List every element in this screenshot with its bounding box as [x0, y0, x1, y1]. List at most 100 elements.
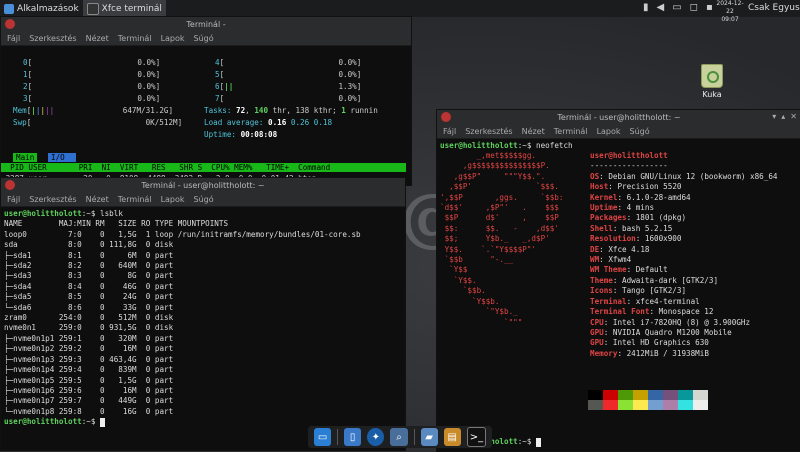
info-row: WM Theme: Default: [590, 265, 668, 275]
menu-view[interactable]: Nézet: [86, 195, 109, 204]
info-row: GPU: NVIDIA Quadro M1200 Mobile: [590, 327, 732, 337]
menu-edit[interactable]: Szerkesztés: [29, 195, 76, 204]
menu-file[interactable]: Fájl: [7, 195, 20, 204]
maximize-icon[interactable]: ▴: [781, 112, 785, 121]
info-row: WM: Xfwm4: [590, 255, 632, 265]
info-value: Precision 5520: [617, 182, 682, 192]
process-table-header[interactable]: PID USER PRI NI VIRT RES SHR S CPU% MEM%…: [1, 163, 406, 172]
menu-terminal[interactable]: Terminál: [554, 127, 588, 136]
menu-help[interactable]: Súgó: [630, 127, 650, 136]
menu-tabs[interactable]: Lapok: [597, 127, 621, 136]
menu-help[interactable]: Súgó: [194, 34, 214, 43]
memory-meter: Mem[||||| 647M/31.2G]: [13, 106, 174, 115]
info-key: OS: [590, 171, 600, 181]
terminal-window-icon: [5, 19, 15, 29]
network-icon[interactable]: ▮: [643, 2, 649, 13]
info-rows: OS: Debian GNU/Linux 12 (bookworm) x86_6…: [590, 172, 777, 359]
taskbar-terminal-label: Xfce terminál: [101, 3, 162, 14]
info-row: Memory: 2412MiB / 31938MiB: [590, 348, 709, 358]
window-buttons: ▾ ▴ ✕: [772, 112, 797, 121]
info-row: OS: Debian GNU/Linux 12 (bookworm) x86_6…: [590, 171, 778, 181]
taskbar-terminal-button[interactable]: Xfce terminál: [82, 0, 166, 17]
info-key: CPU: [590, 317, 604, 327]
logo-line: `Y$$b.: [440, 296, 500, 306]
lsblk-output[interactable]: user@holittholott:~$ lsblk NAME MAJ:MIN …: [1, 207, 405, 430]
lsblk-row: ├─nvme0n1p5 259:5 0 1,5G 0 part: [4, 375, 174, 385]
lsblk-row: ├─sda3 8:3 0 8G 0 part: [4, 271, 174, 281]
lsblk-row: ├─sda2 8:2 0 640M 0 part: [4, 261, 174, 271]
show-desktop-icon[interactable]: ▭: [314, 428, 332, 446]
menu-tabs[interactable]: Lapok: [161, 195, 185, 204]
menu-edit[interactable]: Szerkesztés: [29, 34, 76, 43]
web-browser-icon[interactable]: ✦: [367, 428, 385, 446]
tasks-summary: Tasks: 72, 140 thr, 138 kthr; 1 runnin: [204, 106, 378, 115]
logo-line: `"Y$b._: [440, 307, 518, 317]
info-key: Host: [590, 182, 609, 192]
cpu-meter: 6[|| 1.3%]: [215, 82, 362, 91]
app-finder-icon[interactable]: ⌕: [390, 428, 408, 446]
logo-line: `d$$' ,$P"' . $$$: [440, 203, 559, 213]
lsblk-titlebar[interactable]: Terminál - user@holittholott: ~: [1, 178, 405, 192]
menu-file[interactable]: Fájl: [443, 127, 456, 136]
archive-icon[interactable]: ▤: [443, 428, 461, 446]
volume-icon[interactable]: ◀: [657, 2, 665, 13]
user-menu-button[interactable]: Csak Egyuser: [748, 3, 800, 13]
close-icon[interactable]: ✕: [790, 112, 797, 121]
swap-meter: Swp[ 0K/512M]: [13, 118, 183, 127]
htop-content[interactable]: 0[ 0.0%] 1[ 0.0%] 2[ 0.0%] 3[ 0.0%] 4[ 0…: [1, 46, 411, 185]
info-key: Shell: [590, 223, 613, 233]
folder-icon[interactable]: ▰: [420, 428, 438, 446]
command-text: lsblk: [100, 209, 123, 218]
menu-view[interactable]: Nézet: [522, 127, 545, 136]
palette-swatch: [678, 400, 693, 410]
logo-line: $$; Y$b._ _,d$P': [440, 234, 550, 244]
menu-tabs[interactable]: Lapok: [161, 34, 185, 43]
lsblk-header: NAME MAJ:MIN RM SIZE RO TYPE MOUNTPOINTS: [4, 219, 229, 229]
lsblk-row: ├─sda1 8:1 0 6M 0 part: [4, 250, 174, 260]
info-value: 2412MiB / 31938MiB: [626, 348, 709, 358]
info-value: 6.1.0-28-amd64: [626, 192, 691, 202]
terminal-launcher-icon[interactable]: >_: [466, 427, 486, 447]
lsblk-terminal-window[interactable]: Terminál - user@holittholott: ~ Fájl Sze…: [0, 177, 406, 451]
info-row: Host: Precision 5520: [590, 182, 682, 192]
cpu-meter: 5[ 0.0%]: [215, 70, 362, 79]
cpu-meter: 7[ 0.0%]: [215, 94, 362, 103]
info-key: DE: [590, 244, 600, 254]
htop-tab-main[interactable]: Main: [13, 153, 38, 162]
lsblk-row: ├─nvme0n1p6 259:6 0 16M 0 part: [4, 385, 174, 395]
lsblk-row: ├─nvme0n1p4 259:4 0 839M 0 part: [4, 365, 174, 375]
palette-swatch: [663, 400, 678, 410]
trash-label: Kuka: [702, 90, 722, 99]
logo-line: Y$$. `.`"Y$$$$P"': [440, 244, 537, 254]
lsblk-row: ├─nvme0n1p2 259:2 0 16M 0 part: [4, 344, 174, 354]
htop-terminal-window[interactable]: Terminál - Fájl Szerkesztés Nézet Termin…: [0, 16, 412, 186]
info-key: Uptime: [590, 203, 618, 213]
applications-menu-button[interactable]: Alkalmazások: [0, 0, 83, 17]
neofetch-titlebar[interactable]: Terminál - user@holittholott: ~ ▾ ▴ ✕: [437, 110, 800, 124]
info-row: Theme: Adwaita-dark [GTK2/3]: [590, 275, 719, 285]
userhost: user@holittholott: [590, 151, 668, 160]
info-row: CPU: Intel i7-7820HQ (8) @ 3.900GHz: [590, 317, 751, 327]
htop-titlebar[interactable]: Terminál -: [1, 17, 411, 31]
trash-desktop-icon[interactable]: Kuka: [697, 64, 727, 99]
minimize-icon[interactable]: ▾: [772, 112, 776, 121]
info-value: Debian GNU/Linux 12 (bookworm) x86_64: [608, 171, 778, 181]
palette-swatch: [618, 400, 633, 410]
menu-file[interactable]: Fájl: [7, 34, 20, 43]
info-value: 1801 (dpkg): [635, 213, 687, 223]
cpu-meter: 4[ 0.0%]: [215, 58, 362, 67]
menu-help[interactable]: Súgó: [194, 195, 214, 204]
menu-terminal[interactable]: Terminál: [118, 34, 152, 43]
battery-icon[interactable]: ▭: [672, 2, 681, 13]
menu-view[interactable]: Nézet: [86, 34, 109, 43]
menu-terminal[interactable]: Terminál: [118, 195, 152, 204]
info-separator: -----------------: [590, 161, 668, 171]
menu-edit[interactable]: Szerkesztés: [465, 127, 512, 136]
dock-separator: [413, 429, 415, 445]
htop-tab-io[interactable]: I/O: [48, 153, 76, 162]
notification-icon[interactable]: ◻: [690, 2, 698, 13]
file-manager-icon[interactable]: ▯: [344, 428, 362, 446]
power-icon[interactable]: ▪: [706, 2, 713, 13]
clock[interactable]: 2024-12-22 09:07: [714, 0, 746, 24]
logo-line: `""": [440, 317, 523, 327]
